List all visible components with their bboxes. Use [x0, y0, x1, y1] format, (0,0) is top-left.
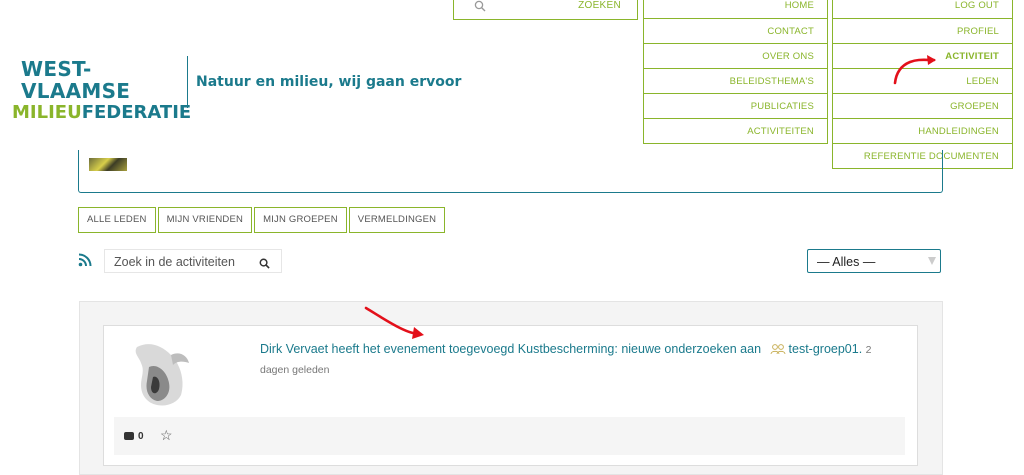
activity-search-input[interactable]: Zoek in de activiteiten — [114, 255, 235, 269]
annotation-arrow-activity — [364, 306, 424, 339]
annotation-arrow-menu — [893, 55, 936, 85]
activity-link[interactable]: Dirk Vervaet heeft het evenement toegevo… — [260, 342, 761, 356]
menu-item-contact[interactable]: CONTACT — [644, 18, 827, 43]
activity-actions: 0 ☆ — [114, 417, 905, 455]
activity-tabs: ALLE LEDEN MIJN VRIENDEN MIJN GROEPEN VE… — [78, 207, 446, 233]
tagline: Natuur en milieu, wij gaan ervoor — [196, 74, 462, 90]
tab-alle-leden[interactable]: ALLE LEDEN — [78, 207, 156, 233]
logo-divider — [187, 56, 188, 108]
menu-item-handleidingen[interactable]: HANDLEIDINGEN — [833, 118, 1012, 143]
menu-item-groepen[interactable]: GROEPEN — [833, 93, 1012, 118]
menu-item-publicaties[interactable]: PUBLICATIES — [644, 93, 827, 118]
comment-count: 0 — [138, 431, 144, 442]
chevron-down-icon — [928, 257, 936, 265]
activity-time-value: 2 — [865, 344, 872, 356]
activity-filter-select[interactable]: — Alles — — [807, 249, 941, 273]
comment-button[interactable]: 0 — [124, 431, 144, 442]
menu-item-activiteiten[interactable]: ACTIVITEITEN — [644, 118, 827, 143]
group-link[interactable]: test-groep01. — [789, 342, 863, 356]
search-icon[interactable] — [259, 256, 270, 274]
activity-text: Dirk Vervaet heeft het evenement toegevo… — [260, 340, 900, 380]
logo-line-2: MILIEUFEDERATIE — [12, 102, 192, 123]
header-search[interactable]: ZOEKEN — [453, 0, 638, 20]
filter-selected-value: — Alles — — [817, 255, 876, 269]
profile-cover-thumbnail — [89, 158, 127, 171]
star-icon[interactable]: ☆ — [160, 427, 173, 444]
tab-mijn-groepen[interactable]: MIJN GROEPEN — [254, 207, 347, 233]
rss-icon[interactable] — [78, 253, 92, 267]
menu-item-beleidsthemas[interactable]: BELEIDSTHEMA'S — [644, 68, 827, 93]
menu-item-profiel[interactable]: PROFIEL — [833, 18, 1012, 43]
search-label[interactable]: ZOEKEN — [578, 0, 621, 11]
tab-mijn-vrienden[interactable]: MIJN VRIENDEN — [157, 207, 253, 233]
menu-item-home[interactable]: HOME — [644, 0, 827, 18]
main-menu: HOME CONTACT OVER ONS BELEIDSTHEMA'S PUB… — [643, 0, 828, 144]
tab-vermeldingen[interactable]: VERMELDINGEN — [348, 207, 446, 233]
menu-item-log-out[interactable]: LOG OUT — [833, 0, 1012, 18]
avatar[interactable] — [127, 337, 197, 407]
logo-line-1: WEST-VLAAMSE — [21, 57, 131, 103]
profile-panel — [78, 150, 943, 193]
search-icon — [474, 0, 486, 15]
logo[interactable]: WEST-VLAAMSE MILIEUFEDERATIE — [12, 57, 192, 124]
activity-search[interactable]: Zoek in de activiteiten — [104, 249, 282, 273]
menu-item-over-ons[interactable]: OVER ONS — [644, 43, 827, 68]
comment-icon — [124, 432, 134, 440]
group-icon — [770, 342, 786, 355]
activity-time-label: dagen geleden — [260, 364, 330, 376]
